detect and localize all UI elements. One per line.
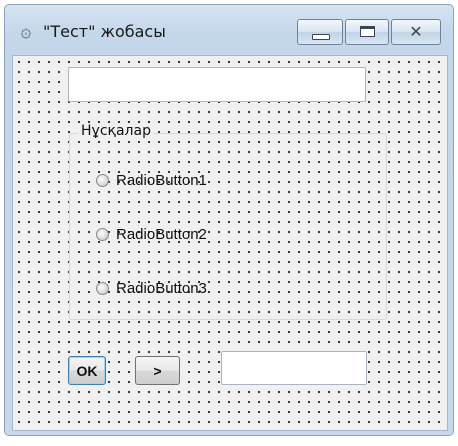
title-bar[interactable]: ۞ "Тест" жобасы ✕ [5,5,453,55]
radio-circle[interactable] [96,227,109,241]
app-window: ۞ "Тест" жобасы ✕ Нұсқалар RadioButton1 … [4,4,454,436]
radio-circle[interactable] [96,173,109,187]
close-button[interactable]: ✕ [391,19,441,45]
bottom-edit-field[interactable] [221,351,367,385]
radio-circle[interactable] [96,281,109,295]
radio-button-1[interactable]: RadioButton1 [96,170,207,190]
close-icon: ✕ [409,22,423,41]
radio-button-2[interactable]: RadioButton2 [96,224,207,244]
minimize-icon [312,34,330,40]
groupbox-title: Нұсқалар [78,123,154,139]
radio-label-2: RadioButton2 [116,225,207,243]
minimize-button[interactable] [297,19,343,45]
form-canvas: Нұсқалар RadioButton1 RadioButton2 Radio… [12,55,448,431]
window-title: "Тест" жобасы [43,22,166,41]
ok-button[interactable]: OK [68,356,106,385]
maximize-icon [360,26,375,37]
next-button[interactable]: > [135,356,180,385]
radio-label-3: RadioButton3 [116,279,207,297]
top-edit-field[interactable] [68,67,366,102]
radio-label-1: RadioButton1 [116,171,207,189]
maximize-button[interactable] [345,19,389,45]
app-logo-icon: ۞ [20,20,32,42]
radio-button-3[interactable]: RadioButton3 [96,278,207,298]
